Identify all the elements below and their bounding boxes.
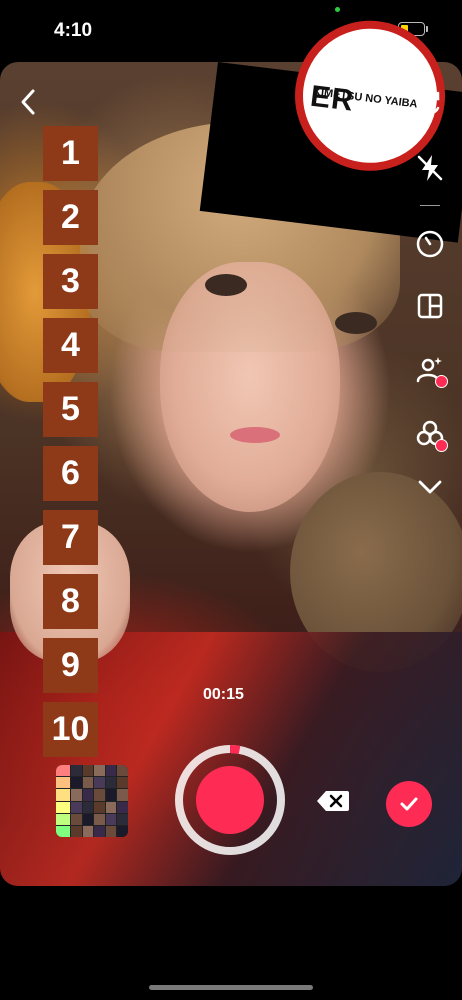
tier-list-thumbnail[interactable] [56,765,128,837]
rank-item-8: 8 [43,574,98,629]
layout-icon [417,293,443,319]
home-indicator[interactable] [149,985,313,990]
tier-row-label [56,825,70,837]
back-button[interactable] [16,86,42,118]
beauty-enabled-badge [435,375,448,388]
tier-character-portrait [82,801,94,813]
tier-character-portrait [105,789,117,801]
flip-camera-icon [420,91,440,117]
chevron-down-icon [418,480,442,494]
delete-clip-button[interactable] [316,789,350,813]
confirm-button[interactable] [386,781,432,827]
tier-character-portrait [82,765,94,777]
tier-character-portrait [94,825,105,837]
layout-button[interactable] [410,286,450,326]
tier-character-portrait [94,777,105,789]
tier-row-label [56,801,70,813]
tier-character-portrait [117,789,128,801]
tier-row-label [56,765,70,777]
rank-item-7: 7 [43,510,98,565]
timer-icon [416,230,444,258]
camera-in-use-indicator [335,7,340,12]
tier-character-portrait [94,789,105,801]
tier-character-portrait [105,825,117,837]
checkmark-icon [400,797,418,811]
tier-character-portrait [94,765,105,777]
rank-item-4: 4 [43,318,98,373]
status-time: 4:10 [54,20,93,41]
tier-character-portrait [82,777,94,789]
flip-camera-button[interactable] [410,84,450,124]
record-button-inner[interactable] [196,766,264,834]
chevron-left-icon [21,89,35,115]
tier-character-portrait [94,801,105,813]
tier-character-portrait [71,777,82,789]
timer-button[interactable] [410,224,450,264]
right-eye [335,312,377,334]
battery-tip [426,26,428,32]
tier-character-portrait [117,801,128,813]
tier-character-portrait [117,777,128,789]
tier-character-portrait [71,789,82,801]
backspace-icon [317,791,349,811]
tier-character-portrait [105,801,117,813]
flash-button[interactable] [410,148,450,188]
recording-timer: 00:15 [203,686,244,703]
tier-character-portrait [71,765,82,777]
tier-character-portrait [71,813,82,825]
tier-character-portrait [117,765,128,777]
rank-item-3: 3 [43,254,98,309]
rank-item-9: 9 [43,638,98,693]
rank-item-2: 2 [43,190,98,245]
effects-button[interactable] [410,414,450,454]
flash-off-icon [417,155,443,181]
effects-enabled-badge [435,439,448,452]
tier-character-portrait [117,813,128,825]
tier-character-portrait [82,813,94,825]
tier-character-portrait [82,825,94,837]
rank-item-6: 6 [43,446,98,501]
lips [230,427,280,443]
rank-item-1: 1 [43,126,98,181]
left-eye [205,274,247,296]
more-options-button[interactable] [410,466,450,506]
tier-character-portrait [82,789,94,801]
tier-character-portrait [105,777,117,789]
tier-character-portrait [105,765,117,777]
rank-item-5: 5 [43,382,98,437]
face [160,262,340,512]
tier-character-portrait [94,813,105,825]
toolbar-divider [420,205,440,206]
tier-character-portrait [105,813,117,825]
tier-character-portrait [71,801,82,813]
tier-row-label [56,777,70,789]
rank-item-10: 10 [43,702,98,757]
beauty-button[interactable] [410,350,450,390]
tier-row-label [56,813,70,825]
tier-row-label [56,789,70,801]
tier-character-portrait [71,825,82,837]
